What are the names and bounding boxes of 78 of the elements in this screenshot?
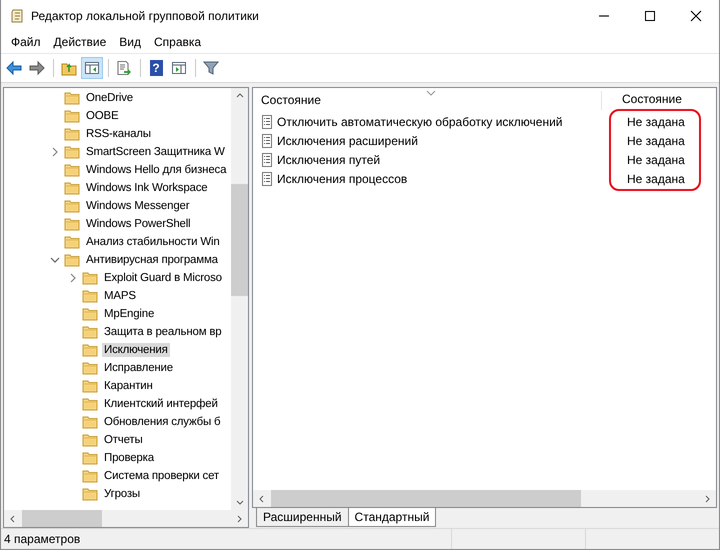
- tree-item[interactable]: Карантин: [102, 379, 155, 393]
- tree-item[interactable]: Исправление: [102, 361, 175, 375]
- policy-setting-icon: [261, 134, 273, 148]
- horizontal-scrollbar[interactable]: [253, 490, 716, 507]
- folder-icon: [64, 108, 80, 124]
- folder-icon: [64, 162, 80, 178]
- scroll-icon: [9, 8, 25, 24]
- column-header[interactable]: Состояние: [601, 91, 682, 110]
- setting-state: Не задана: [627, 114, 685, 131]
- toolbar-button[interactable]: ?: [145, 57, 167, 79]
- folder-icon: [64, 234, 80, 250]
- tree-item[interactable]: Защита в реальном вр: [102, 325, 224, 339]
- folder-icon: [82, 324, 98, 340]
- folder-icon: [82, 342, 98, 358]
- folder-icon: [64, 180, 80, 196]
- tree-item[interactable]: Угрозы: [102, 487, 142, 501]
- folder-icon: [64, 144, 80, 160]
- tree-item[interactable]: RSS-каналы: [84, 127, 153, 141]
- policy-setting-icon: [261, 114, 273, 128]
- tree-item[interactable]: Windows Ink Workspace: [84, 181, 210, 195]
- folder-icon: [82, 288, 98, 304]
- help-icon[interactable]: ?: [150, 60, 162, 76]
- folder-icon: [82, 360, 98, 376]
- window-title: Редактор локальной групповой политики: [31, 8, 259, 22]
- tree-item[interactable]: Обновления службы б: [102, 415, 222, 429]
- folder-icon: [82, 414, 98, 430]
- folder-icon: [64, 90, 80, 106]
- folder-icon: [64, 126, 80, 142]
- scroll-thumb[interactable]: [271, 490, 581, 507]
- tree-item[interactable]: Windows PowerShell: [84, 217, 192, 231]
- policy-setting-icon: [261, 152, 273, 166]
- scroll-thumb[interactable]: [231, 184, 248, 296]
- folder-icon: [64, 198, 80, 214]
- menu-item[interactable]: Вид: [113, 33, 147, 51]
- folder-icon: [82, 270, 98, 286]
- tree-item[interactable]: Windows Messenger: [84, 199, 192, 213]
- view-tab[interactable]: Расширенный: [256, 508, 349, 527]
- tree-item[interactable]: SmartScreen Защитника W: [84, 145, 227, 159]
- tree-item[interactable]: Антивирусная программа: [84, 253, 220, 267]
- setting-state: Не задана: [627, 133, 685, 150]
- setting-state: Не задана: [627, 152, 685, 169]
- menu-item[interactable]: Справка: [148, 33, 208, 51]
- vertical-scrollbar[interactable]: [231, 88, 248, 510]
- tree-item[interactable]: Exploit Guard в Microso: [102, 271, 224, 285]
- status-text: 4 параметров: [3, 532, 82, 546]
- folder-icon: [82, 396, 98, 412]
- tree-item[interactable]: OOBE: [84, 109, 120, 123]
- policy-setting-icon: [261, 172, 273, 186]
- folder-icon: [82, 306, 98, 322]
- folder-icon: [82, 450, 98, 466]
- tree-item[interactable]: Система проверки сет: [102, 469, 221, 483]
- tree-item[interactable]: Исключения: [102, 343, 170, 357]
- setting-name[interactable]: Отключить автоматическую обработку исключений: [277, 114, 562, 128]
- tree-item[interactable]: Проверка: [102, 451, 156, 465]
- tree-item[interactable]: Отчеты: [102, 433, 145, 447]
- folder-icon: [82, 432, 98, 448]
- tree-item[interactable]: Клиентский интерфей: [102, 397, 220, 411]
- setting-name[interactable]: Исключения расширений: [277, 134, 418, 148]
- tree-item[interactable]: MpEngine: [102, 307, 156, 321]
- tree-item[interactable]: OneDrive: [84, 91, 135, 105]
- setting-name[interactable]: Исключения путей: [277, 152, 380, 166]
- folder-icon: [64, 252, 80, 268]
- menu-item[interactable]: Действие: [48, 33, 112, 51]
- folder-icon: [82, 486, 98, 502]
- column-header[interactable]: Состояние: [253, 93, 601, 110]
- setting-state: Не задана: [627, 171, 685, 188]
- folder-icon: [82, 378, 98, 394]
- sort-caret-icon: [426, 90, 436, 96]
- view-tab[interactable]: Стандартный: [348, 508, 436, 527]
- tree-item[interactable]: Windows Hello для бизнеса: [84, 163, 228, 177]
- scroll-thumb[interactable]: [22, 510, 102, 527]
- folder-icon: [82, 468, 98, 484]
- tree-item[interactable]: Анализ стабильности Win: [84, 235, 222, 249]
- tree-item[interactable]: MAPS: [102, 289, 138, 303]
- horizontal-scrollbar[interactable]: [4, 510, 248, 527]
- setting-name[interactable]: Исключения процессов: [277, 172, 408, 186]
- folder-icon: [64, 216, 80, 232]
- menu-item[interactable]: Файл: [5, 33, 47, 51]
